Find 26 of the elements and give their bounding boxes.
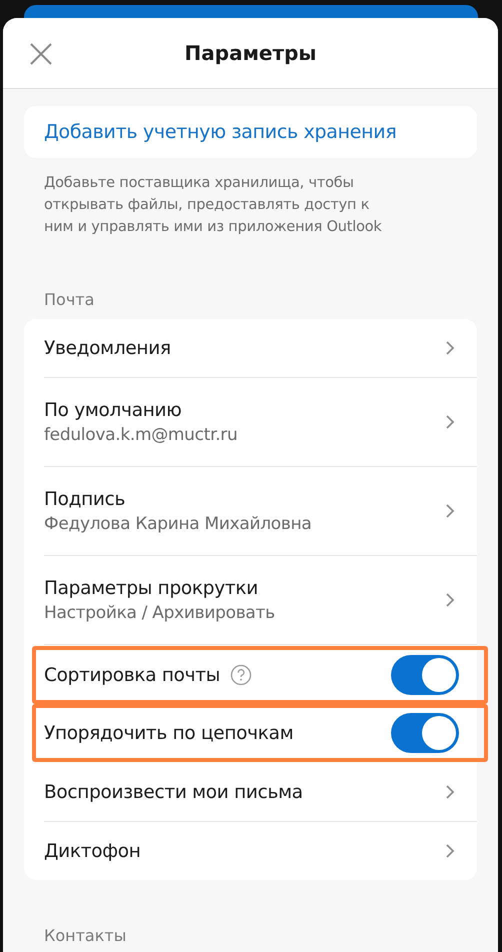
chevron-icon [445, 503, 455, 519]
chevron-icon [445, 592, 455, 608]
setting-label[interactable]: Воспроизвести мои письма [44, 782, 303, 802]
close-icon[interactable] [29, 42, 53, 66]
chevron-icon [445, 784, 455, 800]
help-icon[interactable] [230, 664, 252, 686]
setting-value: fedulova.k.m@muctr.ru [44, 424, 238, 444]
chevron-icon [445, 340, 455, 356]
setting-label[interactable]: Сортировка почты [44, 664, 220, 686]
add-storage-link[interactable]: Добавить учетную запись хранения [24, 106, 477, 158]
toggle-switch[interactable] [391, 655, 459, 695]
toggle-switch[interactable] [391, 713, 459, 753]
setting-label[interactable]: По умолчанию [44, 400, 182, 420]
section-heading: Почта [44, 290, 96, 309]
chevron-icon [445, 843, 455, 859]
setting-label[interactable]: Параметры прокрутки [44, 578, 258, 598]
storage-description: Добавьте поставщика хранилища, чтобы открывать файлы, предоставлять доступ к ним и управлять ими из приложения Outlook [44, 174, 383, 237]
chevron-icon [445, 414, 455, 430]
section-heading: Контакты [44, 926, 128, 945]
setting-label[interactable]: Уведомления [44, 338, 171, 358]
setting-value: Федулова Карина Михайловна [44, 514, 313, 534]
setting-value: Настройка / Архивировать [44, 602, 276, 622]
setting-label[interactable]: Подпись [44, 488, 126, 510]
setting-label[interactable]: Диктофон [44, 840, 141, 862]
sheet-title: Параметры [184, 41, 316, 65]
setting-label[interactable]: Упорядочить по цепочкам [44, 722, 294, 744]
